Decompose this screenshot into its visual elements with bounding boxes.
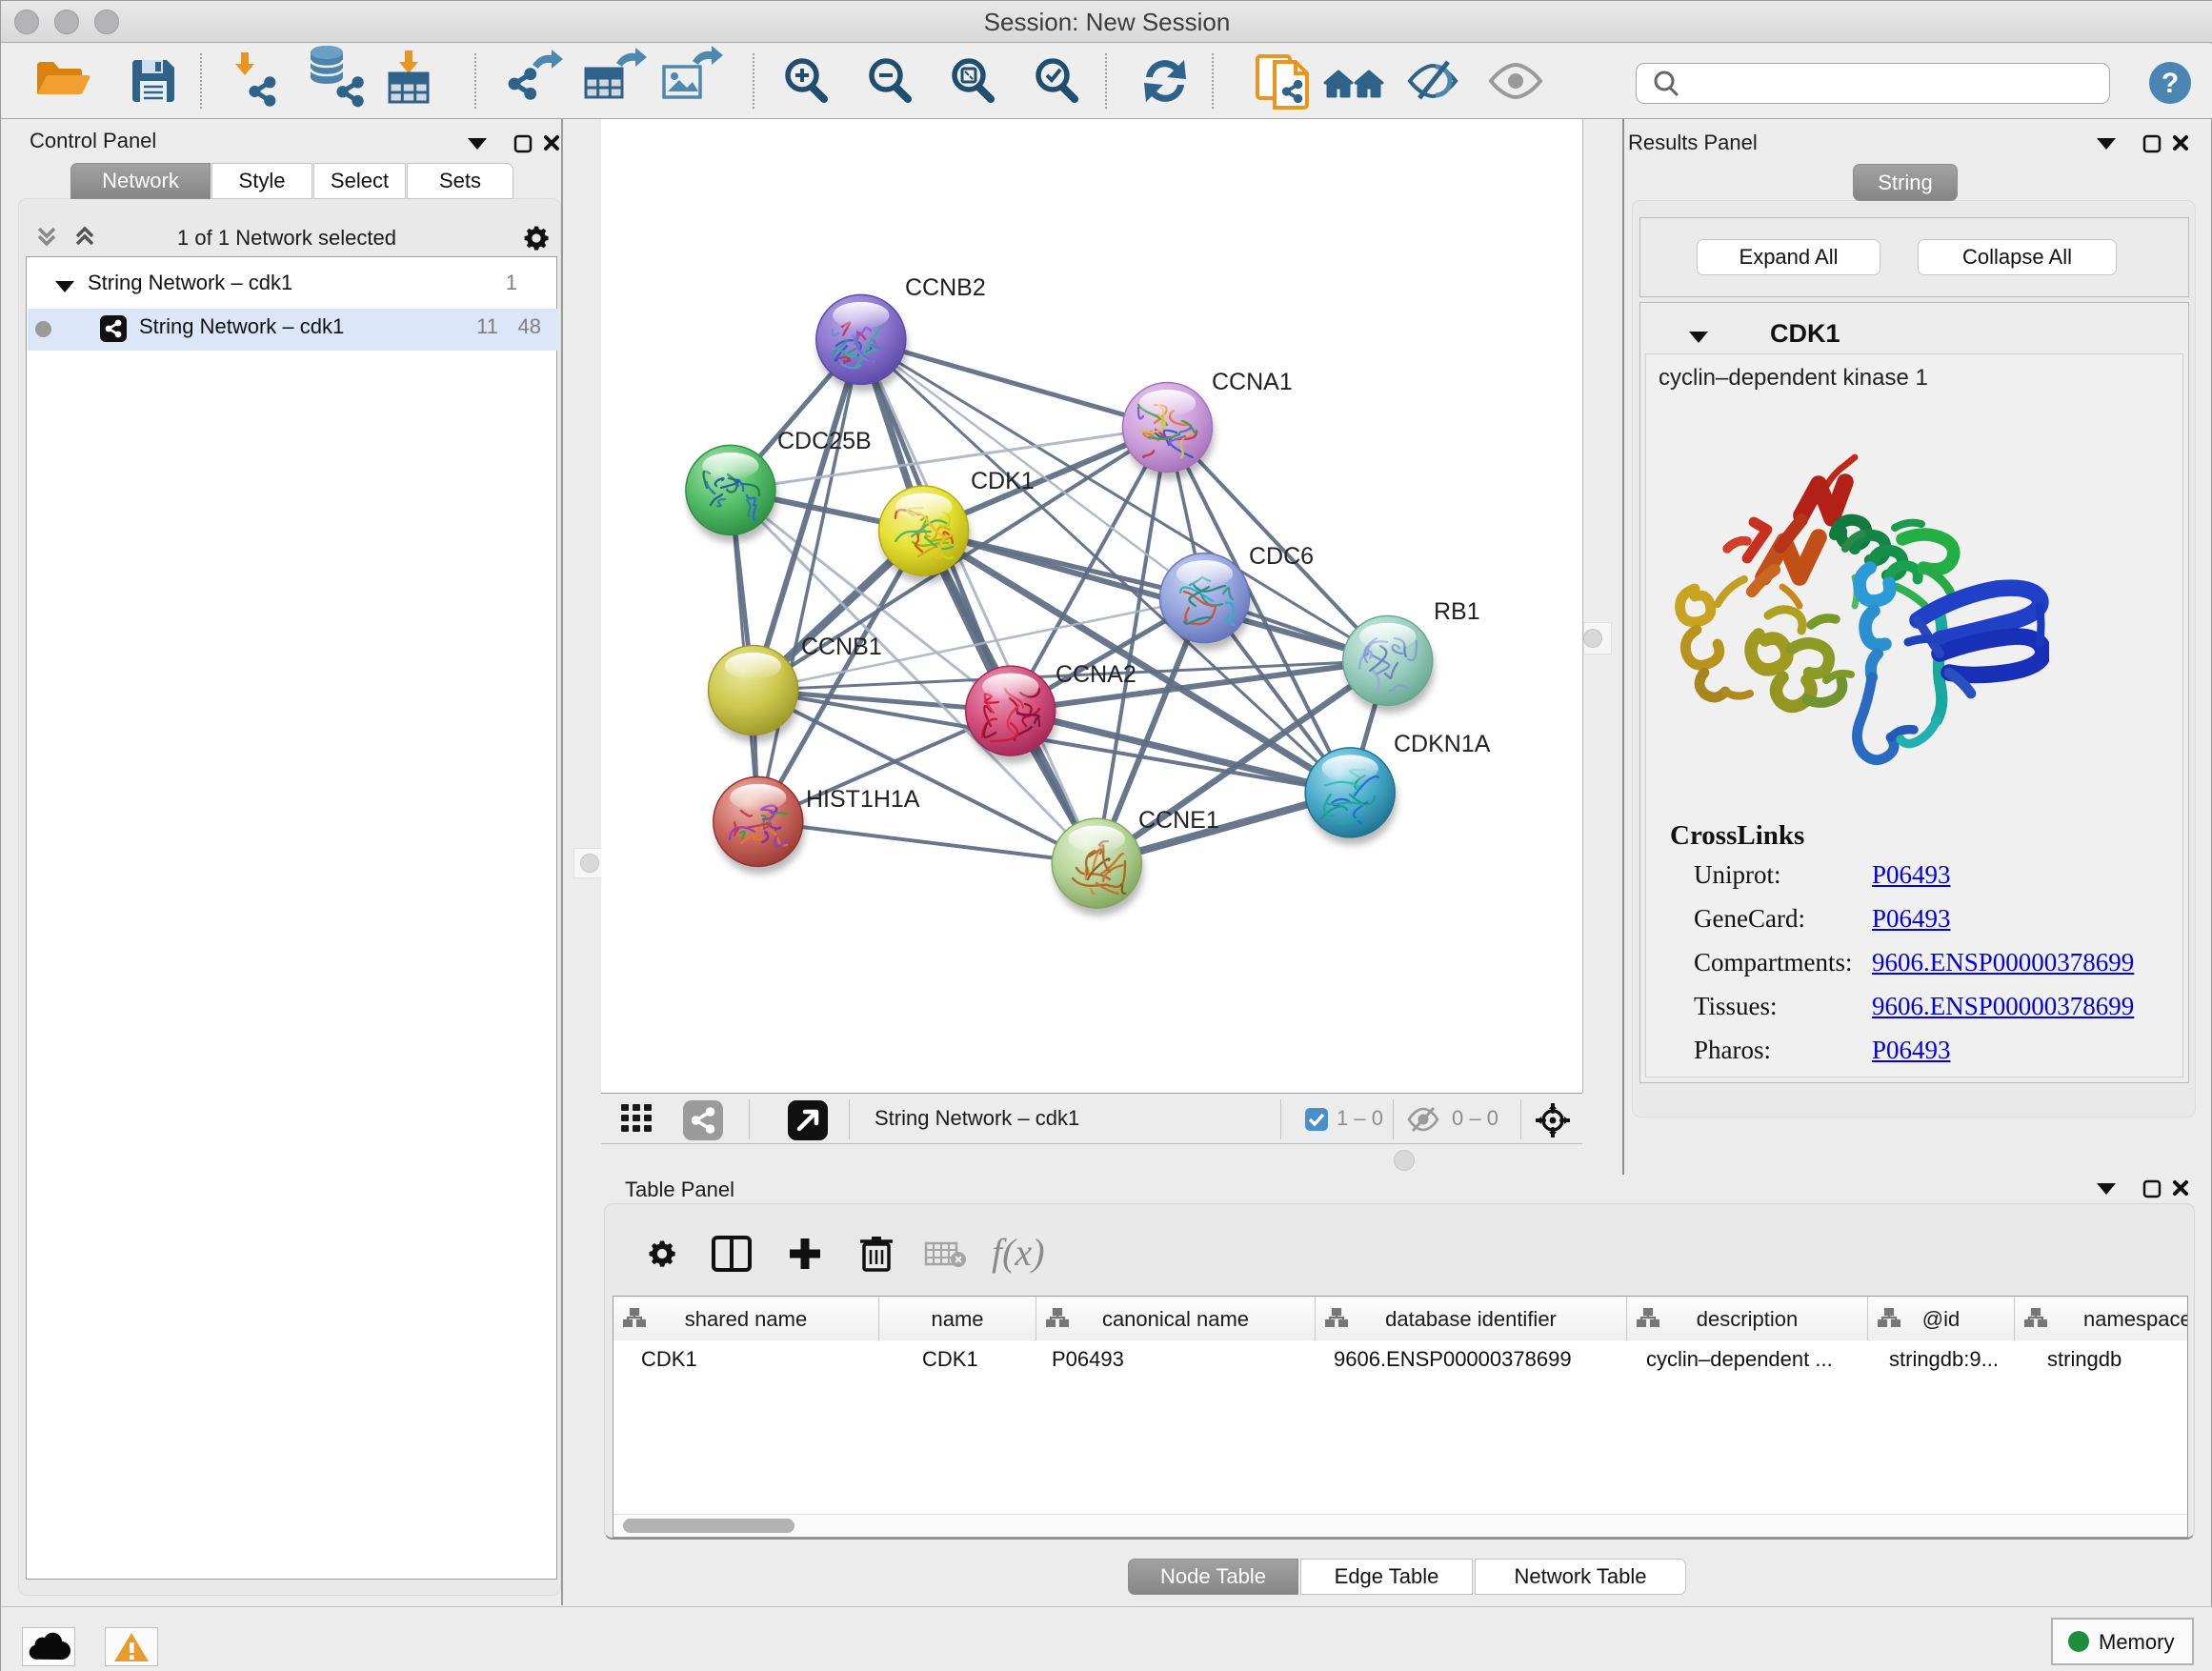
svg-text:HIST1H1A: HIST1H1A [806, 786, 920, 813]
svg-text:f(x): f(x) [992, 1231, 1045, 1274]
svg-text:CDC25B: CDC25B [777, 428, 872, 454]
svg-text:CCNE1: CCNE1 [1138, 807, 1219, 834]
svg-text:CDC6: CDC6 [1249, 543, 1314, 570]
svg-text:RB1: RB1 [1434, 598, 1480, 625]
svg-text:CCNB2: CCNB2 [905, 274, 986, 301]
svg-text:CDK1: CDK1 [971, 468, 1035, 494]
svg-text:CCNB1: CCNB1 [801, 634, 882, 660]
svg-text:CDKN1A: CDKN1A [1394, 731, 1491, 757]
svg-text:?: ? [2162, 68, 2179, 99]
svg-text:CCNA1: CCNA1 [1212, 369, 1293, 395]
svg-text:CCNA2: CCNA2 [1056, 661, 1136, 688]
